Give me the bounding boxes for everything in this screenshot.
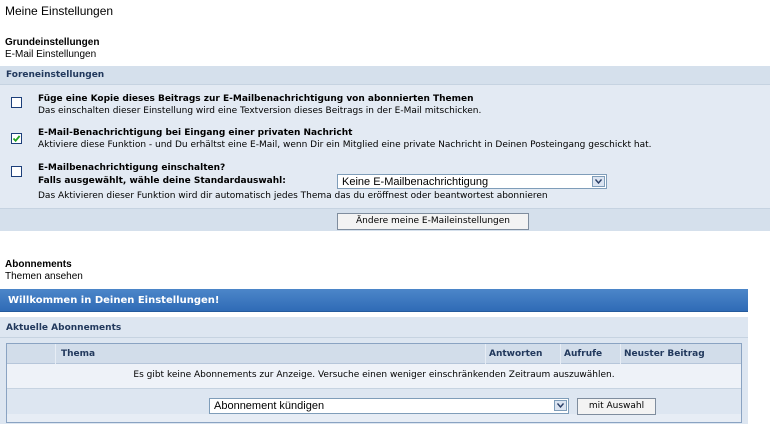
welcome-text: Willkommen in Deinen Einstellungen! (8, 295, 220, 306)
foreneinstellungen-label: Foreneinstellungen (6, 70, 105, 80)
option-pm-notification-desc: Aktiviere diese Funktion - und Du erhält… (38, 140, 652, 150)
themen-ansehen-subtitle: Themen ansehen (5, 271, 83, 282)
empty-message: Es gibt keine Abonnements zur Anzeige. V… (133, 370, 615, 380)
option-email-notification-checkbox[interactable] (11, 166, 22, 177)
current-subscriptions-bar: Aktuelle Abonnements (0, 317, 748, 338)
subscription-action-value: Abonnement kündigen (214, 400, 325, 412)
option-copy-post-checkbox[interactable] (11, 97, 22, 108)
column-thema-label: Thema (61, 349, 96, 359)
column-aufrufe-header[interactable]: Aufrufe (561, 344, 620, 364)
column-antworten-label: Antworten (489, 349, 543, 359)
option-email-notification-desc: Das Aktivieren dieser Funktion wird dir … (38, 191, 548, 201)
subscription-action-select[interactable]: Abonnement kündigen (209, 398, 569, 414)
column-icon-header (7, 344, 55, 364)
email-einstellungen-subtitle: E-Mail Einstellungen (5, 49, 97, 60)
change-email-settings-button[interactable]: Ändere meine E-Maileinstellungen (337, 213, 529, 230)
column-neuster-header[interactable]: Neuster Beitrag (621, 344, 741, 364)
check-icon (12, 135, 21, 143)
empty-row: Es gibt keine Abonnements zur Anzeige. V… (7, 364, 741, 389)
current-subscriptions-label: Aktuelle Abonnements (6, 323, 122, 333)
column-antworten-header[interactable]: Antworten (486, 344, 560, 364)
page-title: Meine Einstellungen (5, 4, 114, 18)
default-notification-value: Keine E-Mailbenachrichtigung (342, 176, 489, 188)
chevron-down-icon[interactable] (554, 400, 567, 411)
column-thema-header[interactable]: Thema (56, 344, 485, 364)
foreneinstellungen-header: Foreneinstellungen (0, 66, 770, 85)
option-copy-post-desc: Das einschalten dieser Einstellung wird … (38, 106, 482, 116)
grundeinstellungen-title: Grundeinstellungen (5, 37, 100, 48)
option-copy-post-title: Füge eine Kopie dieses Beitrags zur E-Ma… (38, 94, 474, 104)
chevron-down-icon[interactable] (592, 176, 605, 187)
column-aufrufe-label: Aufrufe (564, 349, 603, 359)
welcome-bar: Willkommen in Deinen Einstellungen! (0, 289, 748, 312)
default-selection-label: Falls ausgewählt, wähle deine Standardau… (38, 176, 286, 186)
option-email-notification-title: E-Mailbenachrichtigung einschalten? (38, 163, 226, 173)
abonnements-title: Abonnements (5, 259, 72, 270)
option-pm-notification-title: E-Mail-Benachrichtigung bei Eingang eine… (38, 128, 353, 138)
option-pm-notification-checkbox[interactable] (11, 133, 22, 144)
default-notification-select[interactable]: Keine E-Mailbenachrichtigung (337, 174, 607, 189)
apply-selection-button[interactable]: mit Auswahl (577, 398, 656, 415)
column-neuster-label: Neuster Beitrag (624, 349, 705, 359)
